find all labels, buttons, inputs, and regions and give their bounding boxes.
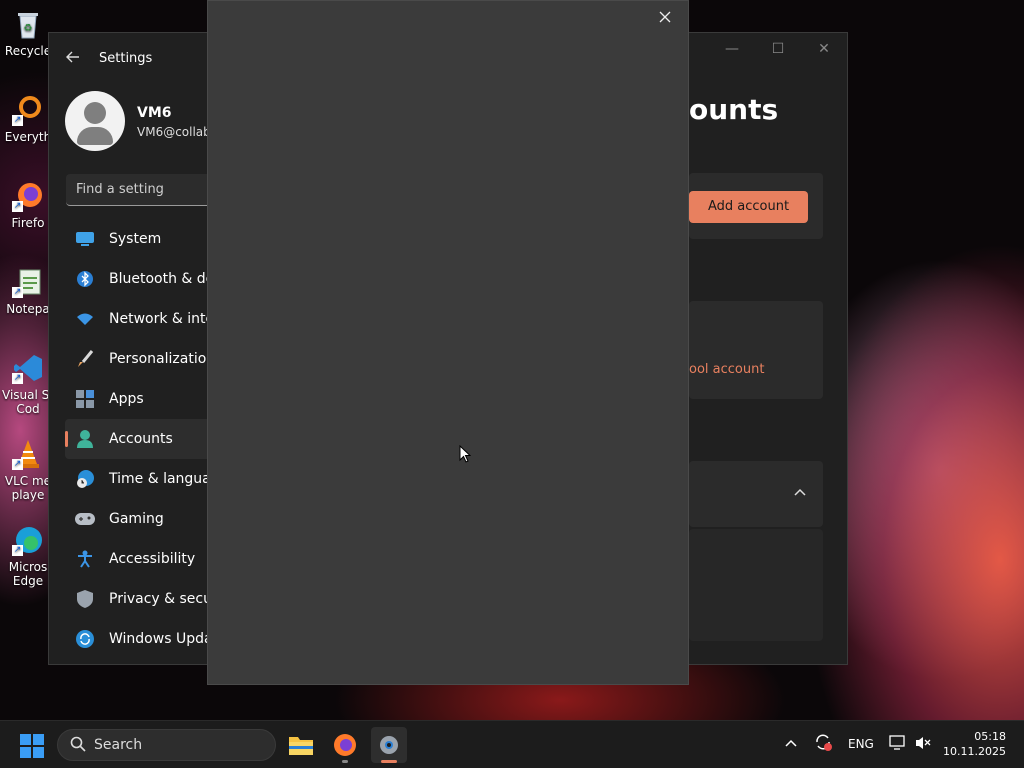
nav-label: Bluetooth & dev (109, 271, 223, 287)
close-icon (659, 11, 671, 23)
update-icon (75, 629, 95, 649)
taskbar-file-explorer[interactable] (283, 727, 319, 763)
back-button[interactable] (65, 49, 85, 69)
taskbar: Search ENG 05:18 10.11.2025 (0, 720, 1024, 768)
maximize-icon: ☐ (771, 41, 785, 57)
speaker-muted-icon[interactable] (914, 735, 932, 754)
everything-search-icon: ↗ (12, 94, 44, 126)
shield-icon (75, 589, 95, 609)
window-title: Settings (99, 51, 153, 66)
language-indicator[interactable]: ENG (848, 737, 874, 751)
firefox-icon (334, 734, 356, 756)
shortcut-arrow-icon: ↗ (12, 373, 23, 384)
user-name: VM6 (137, 105, 172, 121)
start-button[interactable] (20, 734, 44, 758)
avatar[interactable] (65, 91, 125, 151)
running-indicator (342, 760, 348, 763)
maximize-button[interactable]: ☐ (755, 33, 801, 65)
shortcut-arrow-icon: ↗ (12, 545, 23, 556)
page-title: ounts (689, 93, 779, 126)
nav-label: Privacy & securi (109, 591, 222, 607)
shortcut-arrow-icon: ↗ (12, 201, 23, 212)
clock-time: 05:18 (974, 730, 1006, 743)
taskbar-firefox[interactable] (327, 727, 363, 763)
svg-text:♻: ♻ (24, 23, 33, 34)
vlc-cone-icon: ↗ (12, 438, 44, 470)
nav-label: Apps (109, 391, 144, 407)
nav-label: Personalization (109, 351, 216, 367)
shortcut-arrow-icon: ↗ (12, 459, 23, 470)
bluetooth-icon (75, 269, 95, 289)
system-icon (75, 229, 95, 249)
avatar-body (77, 127, 113, 145)
dialog-close-button[interactable] (654, 7, 676, 29)
taskbar-settings[interactable] (371, 727, 407, 763)
taskbar-clock[interactable]: 05:18 10.11.2025 (943, 729, 1006, 759)
recycle-bin-icon: ♻ (12, 8, 44, 40)
notepad-icon: ↗ (12, 266, 44, 298)
search-icon (70, 736, 86, 756)
add-school-account-link[interactable]: ool account (689, 362, 764, 377)
gear-icon (380, 736, 398, 754)
accounts-icon (75, 429, 95, 449)
active-app-indicator (381, 760, 397, 763)
shortcut-arrow-icon: ↗ (12, 115, 23, 126)
windows-logo-icon (20, 734, 31, 745)
add-account-button[interactable]: Add account (689, 191, 808, 223)
chevron-up-icon[interactable] (793, 485, 807, 501)
nav-label: System (109, 231, 162, 247)
nav-label: Accessibility (109, 551, 196, 567)
close-icon: ✕ (818, 41, 830, 57)
firefox-icon: ↗ (12, 180, 44, 212)
expandable-card-body (689, 529, 823, 641)
clock-date: 10.11.2025 (943, 745, 1006, 758)
vscode-icon: ↗ (12, 352, 44, 384)
work-school-card (689, 301, 823, 399)
minimize-button[interactable]: — (709, 33, 755, 65)
nav-label: Windows Updat (109, 631, 219, 647)
nav-label: Gaming (109, 511, 164, 527)
minimize-icon: — (725, 41, 739, 57)
active-indicator (65, 431, 68, 447)
taskbar-search[interactable]: Search (57, 729, 276, 761)
network-icon[interactable] (889, 735, 907, 754)
shortcut-arrow-icon: ↗ (12, 287, 23, 298)
avatar-head (84, 102, 106, 124)
blank-dialog (207, 0, 689, 685)
wifi-icon (75, 309, 95, 329)
folder-icon (289, 737, 313, 755)
nav-label: Network & inter (109, 311, 220, 327)
apps-icon (75, 389, 95, 409)
brush-icon (75, 349, 95, 369)
window-controls: — ☐ ✕ (709, 33, 847, 65)
search-label: Search (94, 737, 143, 753)
close-button[interactable]: ✕ (801, 33, 847, 65)
sync-error-icon[interactable] (814, 733, 832, 754)
accessibility-icon (75, 549, 95, 569)
mouse-cursor-icon (459, 445, 471, 463)
edge-icon: ↗ (12, 524, 44, 556)
find-setting-placeholder: Find a setting (76, 182, 164, 197)
chevron-up-icon[interactable] (784, 737, 798, 751)
globe-clock-icon (75, 469, 95, 489)
arrow-left-icon (66, 51, 79, 63)
user-email: VM6@collab (137, 125, 211, 139)
nav-label: Accounts (109, 431, 173, 447)
nav-label: Time & languag (109, 471, 220, 487)
gamepad-icon (75, 509, 95, 529)
